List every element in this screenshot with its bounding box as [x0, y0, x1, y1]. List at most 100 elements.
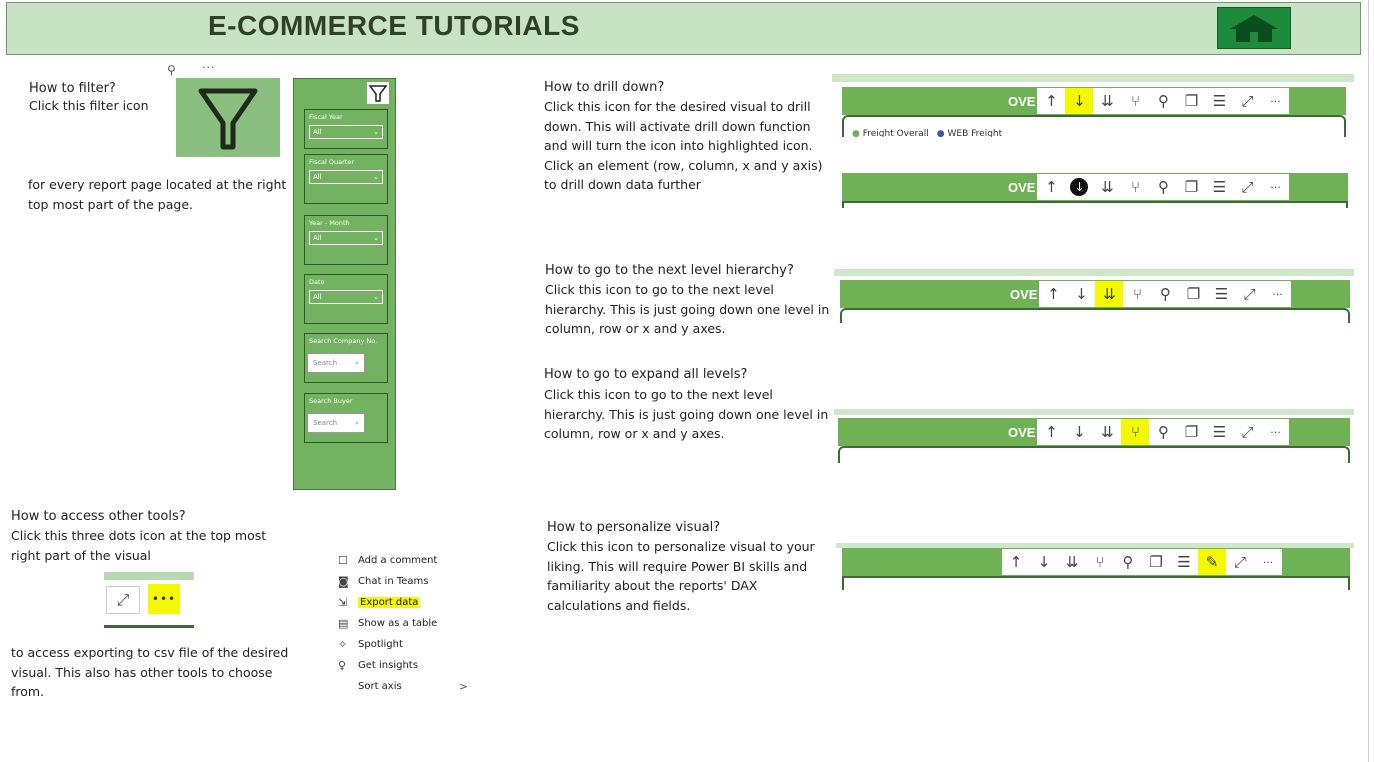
menu-item-sort-axis[interactable]: Sort axis > [338, 676, 468, 697]
focus-mode-icon[interactable]: ⤢ [1235, 281, 1264, 307]
drill-up-icon[interactable]: ↑ [1037, 174, 1066, 200]
date-dropdown[interactable]: All ⌄ [309, 290, 383, 304]
filter-card-search-company: Search Company No. Search ⌕ [304, 333, 388, 383]
mini-visual-header: ⤢ ••• [104, 572, 194, 628]
filter-icon[interactable]: ☰ [1205, 174, 1234, 200]
search-buyer-input[interactable]: Search ⌕ [307, 413, 365, 433]
fiscal-quarter-dropdown[interactable]: All ⌄ [309, 170, 383, 184]
chevron-down-icon: ⌄ [373, 234, 379, 242]
drill-down-active-icon[interactable]: ↓ [1065, 174, 1094, 200]
drill-up-icon[interactable]: ↑ [1039, 281, 1068, 307]
more-options-icon[interactable]: ··· [1261, 88, 1290, 114]
copy-icon[interactable]: ❐ [1142, 549, 1170, 575]
menu-item-label: Sort axis [358, 681, 402, 692]
filter-card-fiscal-year: Fiscal Year All ⌄ [304, 109, 388, 149]
chevron-down-icon: ⌄ [373, 128, 379, 136]
personalize-visual-icon[interactable]: ✎ [1198, 549, 1226, 575]
pin-icon[interactable]: ⚲ [1149, 174, 1178, 200]
filter-icon[interactable]: ☰ [1207, 281, 1236, 307]
other-tools-description: Click this three dots icon at the top mo… [11, 528, 267, 563]
copy-icon[interactable]: ❐ [1177, 174, 1206, 200]
visual-top-strip [832, 74, 1354, 82]
next-level-icon[interactable]: ⇊ [1093, 88, 1122, 114]
menu-item-add-comment[interactable]: ☐ Add a comment [338, 550, 468, 571]
copy-icon[interactable]: ❐ [1177, 88, 1206, 114]
drill-up-icon[interactable]: ↑ [1002, 549, 1030, 575]
next-level-icon[interactable]: ⇊ [1095, 281, 1124, 307]
visual-body [842, 576, 1350, 590]
expand-all-icon[interactable]: ⑂ [1121, 174, 1150, 200]
filter-card-label: Date [309, 278, 325, 286]
teams-icon: ◙ [338, 575, 349, 588]
expand-all-icon[interactable]: ⑂ [1121, 88, 1150, 114]
insights-icon: ♀ [338, 659, 347, 672]
copy-icon[interactable]: ❐ [1179, 281, 1208, 307]
drill-down-heading: How to drill down? [544, 80, 665, 95]
more-options-icon[interactable]: ••• [148, 584, 180, 614]
pin-icon[interactable]: ⚲ [167, 63, 176, 77]
menu-item-export-data[interactable]: ⇲ Export data [338, 592, 468, 613]
more-icon[interactable]: ··· [202, 61, 216, 74]
focus-mode-icon[interactable]: ⤢ [1233, 419, 1262, 445]
filter-card-label: Fiscal Year [309, 113, 343, 121]
focus-mode-icon[interactable]: ⤢ [1233, 88, 1262, 114]
filter-card-label: Year - Month [309, 219, 350, 227]
filter-icon-tile[interactable] [176, 78, 280, 157]
menu-item-chat-in-teams[interactable]: ◙ Chat in Teams [338, 571, 468, 592]
pin-icon[interactable]: ⚲ [1149, 419, 1178, 445]
expand-all-icon[interactable]: ⑂ [1123, 281, 1152, 307]
drill-down-icon[interactable]: ↓ [1065, 88, 1094, 114]
more-options-icon[interactable]: ··· [1261, 419, 1290, 445]
menu-item-label: Add a comment [358, 555, 438, 566]
drill-up-icon[interactable]: ↑ [1037, 419, 1066, 445]
drill-down-icon[interactable]: ↓ [1030, 549, 1058, 575]
menu-item-show-as-table[interactable]: ▤ Show as a table [338, 613, 468, 634]
personalize-heading: How to personalize visual? [547, 520, 721, 535]
filter-icon[interactable]: ☰ [1170, 549, 1198, 575]
filter-card-search-buyer: Search Buyer Search ⌕ [304, 393, 388, 443]
focus-mode-icon[interactable]: ⤢ [1233, 174, 1262, 200]
drill-down-icon[interactable]: ↓ [1065, 419, 1094, 445]
menu-item-label: Get insights [358, 660, 418, 671]
visual-top-strip [834, 409, 1354, 415]
filter-icon[interactable]: ☰ [1205, 419, 1234, 445]
dropdown-value: All [313, 173, 322, 181]
next-level-icon[interactable]: ⇊ [1093, 174, 1122, 200]
chevron-down-icon: ⌄ [373, 293, 379, 301]
more-options-icon[interactable]: ··· [1254, 549, 1282, 575]
more-options-icon[interactable]: ··· [1263, 281, 1292, 307]
home-button[interactable] [1217, 7, 1291, 49]
expand-all-icon[interactable]: ⑂ [1086, 549, 1114, 575]
menu-item-label: Show as a table [358, 618, 438, 629]
funnel-icon[interactable] [367, 82, 389, 104]
dropdown-value: All [313, 128, 322, 136]
scrollbar-track[interactable] [1368, 0, 1369, 762]
pin-icon[interactable]: ⚲ [1149, 88, 1178, 114]
menu-item-spotlight[interactable]: ✧ Spotlight [338, 634, 468, 655]
menu-item-get-insights[interactable]: ♀ Get insights [338, 655, 468, 676]
next-level-icon[interactable]: ⇊ [1093, 419, 1122, 445]
drill-up-icon[interactable]: ↑ [1037, 88, 1066, 114]
copy-icon[interactable]: ❐ [1177, 419, 1206, 445]
pin-icon[interactable]: ⚲ [1151, 281, 1180, 307]
search-company-input[interactable]: Search ⌕ [307, 353, 365, 373]
focus-mode-icon[interactable]: ⤢ [1226, 549, 1254, 575]
dropdown-value: All [313, 234, 322, 242]
drill-down-icon[interactable]: ↓ [1067, 281, 1096, 307]
expand-all-icon[interactable]: ⑂ [1121, 419, 1150, 445]
visual-body [842, 201, 1348, 208]
year-month-dropdown[interactable]: All ⌄ [309, 231, 383, 245]
chevron-right-icon: > [458, 680, 468, 693]
menu-item-label: Export data [358, 597, 421, 608]
funnel-icon [198, 88, 258, 149]
pin-icon[interactable]: ⚲ [1114, 549, 1142, 575]
filter-icon[interactable]: ☰ [1205, 88, 1234, 114]
visual-body [840, 308, 1350, 323]
next-level-icon[interactable]: ⇊ [1058, 549, 1086, 575]
visual-title-fragment: OVE [1008, 179, 1036, 195]
focus-mode-icon[interactable]: ⤢ [106, 586, 140, 614]
chevron-down-icon: ⌄ [373, 173, 379, 181]
more-options-icon[interactable]: ··· [1261, 174, 1290, 200]
fiscal-year-dropdown[interactable]: All ⌄ [309, 125, 383, 139]
search-icon: ⌕ [355, 418, 359, 427]
